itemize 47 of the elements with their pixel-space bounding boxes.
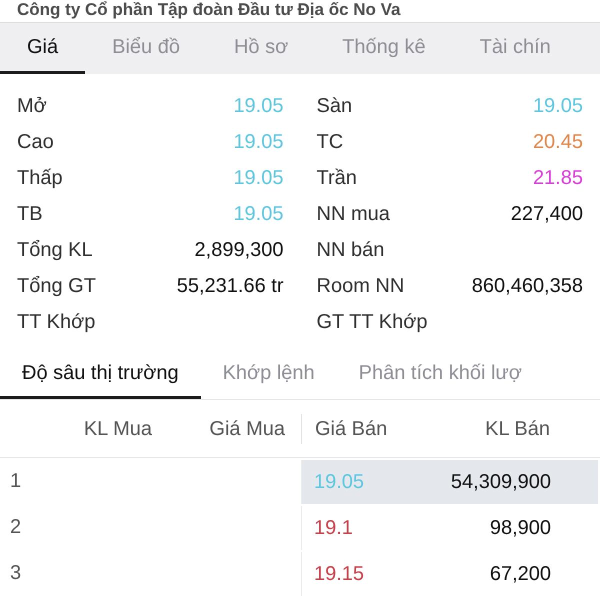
field-label: Trần (316, 166, 357, 191)
field-value: 55,231.66 tr (176, 274, 284, 299)
field-value: 19.05 (233, 166, 284, 191)
field-value: 19.05 (532, 94, 583, 119)
field-value: 21.85 (532, 166, 583, 191)
field-value: 20.45 (532, 130, 583, 155)
tab[interactable]: Độ sâu thị trường (0, 350, 201, 399)
field-value: 860,460,358 (472, 274, 583, 299)
table-cell-text: 19.1 (313, 516, 354, 541)
table-cell-text: 19.15 (313, 562, 366, 587)
field-label: TC (316, 130, 344, 155)
tab[interactable]: Thống kê (315, 23, 453, 74)
table-cell-text: 54,309,900 (450, 470, 551, 495)
field-label: Tổng GT (17, 274, 96, 299)
table-cell-text: 19.05 (313, 470, 366, 495)
field-label: Thấp (17, 166, 63, 191)
field-label: TT Khớp (17, 310, 96, 335)
tab[interactable]: Tài chín (452, 23, 578, 74)
tab[interactable]: Giá (0, 23, 86, 74)
field-label: Room NN (316, 274, 404, 299)
column-header: KL Bán (484, 416, 550, 442)
table-cell-text: 67,200 (488, 562, 551, 587)
field-label: NN mua (316, 202, 390, 227)
field-value: 2,899,300 (194, 238, 284, 263)
field-label: NN bán (316, 238, 384, 263)
tab[interactable]: Phân tích khối lượ (336, 350, 544, 399)
field-label: Mở (17, 94, 47, 119)
row-number: 1 (9, 469, 22, 494)
field-label: Tổng KL (17, 238, 93, 263)
row-number: 3 (9, 561, 22, 586)
field-value: 19.05 (233, 130, 284, 155)
row-number: 2 (9, 515, 22, 540)
table-cell-text: 98,900 (488, 516, 551, 541)
company-title: Công ty Cổ phần Tập đoàn Đầu tư Địa ốc No Va (16, 0, 402, 21)
field-label: Sàn (316, 94, 352, 119)
column-header: Giá Mua (208, 416, 286, 442)
field-value: 19.05 (233, 202, 284, 227)
field-value: 19.05 (233, 94, 284, 119)
field-value: 227,400 (510, 202, 583, 227)
column-header: KL Mua (82, 416, 152, 442)
tab[interactable]: Biểu đồ (85, 23, 207, 74)
tab[interactable]: Hồ sơ (206, 23, 316, 74)
field-label: TB (17, 202, 43, 227)
tab[interactable]: Khớp lệnh (200, 350, 337, 399)
field-label: GT TT Khớp (316, 310, 428, 335)
field-label: Cao (17, 130, 54, 155)
column-header: Giá Bán (301, 414, 430, 444)
